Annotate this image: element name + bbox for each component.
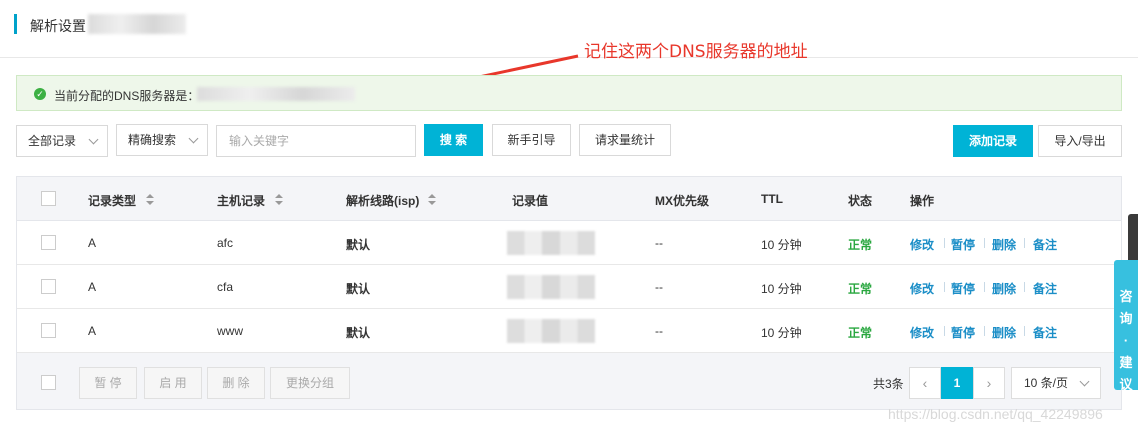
column-header-line: 解析线路(isp) xyxy=(346,194,420,208)
watermark: https://blog.csdn.net/qq_42249896 xyxy=(888,406,1103,422)
record-type: A xyxy=(88,280,97,294)
record-ttl: 10 分钟 xyxy=(761,282,802,296)
action-separator xyxy=(1024,282,1025,292)
total-count: 共3条 xyxy=(873,377,904,391)
page-size-select[interactable]: 10 条/页 xyxy=(1011,367,1101,399)
edit-link[interactable]: 修改 xyxy=(910,324,934,341)
chevron-right-icon: › xyxy=(986,375,992,391)
chevron-down-icon xyxy=(88,134,99,145)
record-status: 正常 xyxy=(848,238,873,252)
table-row: A www 默认 -- 10 分钟 正常 修改 暂停 删除 备注 xyxy=(17,309,1121,353)
action-separator xyxy=(944,326,945,336)
feedback-label: 咨询·建议 xyxy=(1119,289,1133,392)
note-link[interactable]: 备注 xyxy=(1033,236,1057,253)
edit-link[interactable]: 修改 xyxy=(910,280,934,297)
dns-settings-page: 解析设置 记住这两个DNS服务器的地址 ✓ 当前分配的DNS服务器是： 全部记录… xyxy=(0,0,1138,433)
record-ttl: 10 分钟 xyxy=(761,238,802,252)
pause-link[interactable]: 暂停 xyxy=(951,280,975,297)
column-header-ttl: TTL xyxy=(761,192,783,206)
record-host: afc xyxy=(217,236,234,250)
record-line: 默认 xyxy=(346,238,371,252)
bulk-pause-button[interactable]: 暂 停 xyxy=(79,367,137,399)
action-separator xyxy=(1024,326,1025,336)
check-circle-icon: ✓ xyxy=(34,88,46,100)
record-host: cfa xyxy=(217,280,234,294)
action-separator xyxy=(984,238,985,248)
redacted-record-value xyxy=(507,319,595,343)
record-host: www xyxy=(217,324,243,338)
bulk-enable-button[interactable]: 启 用 xyxy=(144,367,202,399)
record-line: 默认 xyxy=(346,326,371,340)
column-header-type: 记录类型 xyxy=(88,194,137,208)
record-mx: -- xyxy=(655,280,663,294)
guide-button[interactable]: 新手引导 xyxy=(492,124,571,156)
feedback-tab[interactable]: 咨询·建议 xyxy=(1114,260,1138,392)
table-row: A cfa 默认 -- 10 分钟 正常 修改 暂停 删除 备注 xyxy=(17,265,1121,309)
column-header-mx: MX优先级 xyxy=(655,194,710,208)
action-separator xyxy=(944,282,945,292)
page-size-value: 10 条/页 xyxy=(1024,376,1069,390)
delete-link[interactable]: 删除 xyxy=(992,280,1016,297)
note-link[interactable]: 备注 xyxy=(1033,280,1057,297)
add-record-button[interactable]: 添加记录 xyxy=(953,125,1033,157)
next-page-button[interactable]: › xyxy=(973,367,1005,399)
record-status: 正常 xyxy=(848,282,873,296)
chevron-left-icon: ‹ xyxy=(922,375,928,391)
keyword-input[interactable] xyxy=(216,125,416,157)
table-row: A afc 默认 -- 10 分钟 正常 修改 暂停 删除 备注 xyxy=(17,221,1121,265)
search-button[interactable]: 搜 索 xyxy=(424,124,483,156)
prev-page-button[interactable]: ‹ xyxy=(909,367,941,399)
column-header-status: 状态 xyxy=(848,194,873,208)
redacted-dns-servers xyxy=(197,87,355,101)
page-button-current[interactable]: 1 xyxy=(941,367,973,399)
row-checkbox[interactable] xyxy=(41,235,56,250)
change-group-button[interactable]: 更换分组 xyxy=(270,367,350,399)
record-mx: -- xyxy=(655,324,663,338)
row-checkbox[interactable] xyxy=(41,279,56,294)
sort-icon[interactable] xyxy=(428,194,436,206)
pause-link[interactable]: 暂停 xyxy=(951,236,975,253)
record-status: 正常 xyxy=(848,326,873,340)
record-type: A xyxy=(88,236,97,250)
chevron-down-icon xyxy=(188,133,199,144)
sort-icon[interactable] xyxy=(146,194,154,206)
record-type: A xyxy=(88,324,97,338)
dns-server-notice: ✓ 当前分配的DNS服务器是： xyxy=(16,75,1122,111)
search-mode-select[interactable]: 精确搜索 xyxy=(116,124,208,156)
record-mx: -- xyxy=(655,236,663,250)
action-separator xyxy=(984,326,985,336)
chevron-down-icon xyxy=(1079,376,1090,387)
column-header-host: 主机记录 xyxy=(217,194,266,208)
record-filter-value: 全部记录 xyxy=(28,134,77,148)
note-link[interactable]: 备注 xyxy=(1033,324,1057,341)
delete-link[interactable]: 删除 xyxy=(992,236,1016,253)
select-all-checkbox[interactable] xyxy=(41,191,56,206)
notice-text: 当前分配的DNS服务器是： xyxy=(54,89,200,103)
table-footer: 暂 停 启 用 删 除 更换分组 共3条 ‹ 1 › 10 条/页 xyxy=(17,353,1121,409)
sort-icon[interactable] xyxy=(275,194,283,206)
records-table: 记录类型 主机记录 解析线路(isp) 记录值 MX优先级 TTL 状态 操作 … xyxy=(16,176,1122,410)
bulk-delete-button[interactable]: 删 除 xyxy=(207,367,265,399)
import-export-button[interactable]: 导入/导出 xyxy=(1038,125,1122,157)
record-filter-select[interactable]: 全部记录 xyxy=(16,125,108,157)
delete-link[interactable]: 删除 xyxy=(992,324,1016,341)
row-checkbox[interactable] xyxy=(41,323,56,338)
redacted-record-value xyxy=(507,275,595,299)
column-header-value: 记录值 xyxy=(512,194,549,208)
redacted-record-value xyxy=(507,231,595,255)
action-separator xyxy=(944,238,945,248)
footer-select-all-checkbox[interactable] xyxy=(41,375,56,390)
request-stats-button[interactable]: 请求量统计 xyxy=(579,124,671,156)
action-separator xyxy=(984,282,985,292)
column-header-actions: 操作 xyxy=(910,194,935,208)
edit-link[interactable]: 修改 xyxy=(910,236,934,253)
search-mode-value: 精确搜索 xyxy=(128,133,177,147)
table-header: 记录类型 主机记录 解析线路(isp) 记录值 MX优先级 TTL 状态 操作 xyxy=(17,177,1121,221)
action-separator xyxy=(1024,238,1025,248)
record-line: 默认 xyxy=(346,282,371,296)
record-ttl: 10 分钟 xyxy=(761,326,802,340)
pause-link[interactable]: 暂停 xyxy=(951,324,975,341)
